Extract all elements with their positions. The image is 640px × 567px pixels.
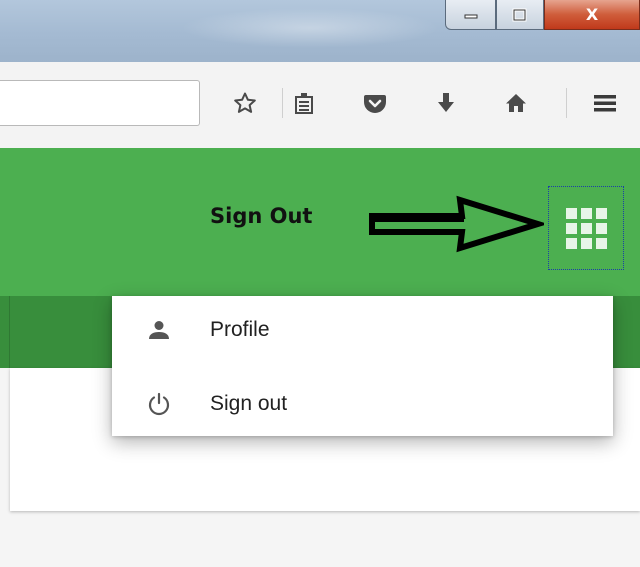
download-button[interactable] xyxy=(429,86,463,120)
annotation-label: Sign Out xyxy=(210,204,313,228)
pocket-button[interactable] xyxy=(358,86,392,120)
apps-grid-icon xyxy=(565,207,607,249)
pocket-icon xyxy=(364,95,386,113)
app-header: Sign Out xyxy=(0,148,640,296)
bookmark-button[interactable] xyxy=(228,86,262,120)
browser-toolbar xyxy=(0,62,640,149)
toolbar-separator xyxy=(282,88,283,118)
restore-button[interactable] xyxy=(496,0,544,30)
menu-item-label: Sign out xyxy=(210,392,288,415)
bookmark-star-icon xyxy=(234,92,256,113)
power-icon xyxy=(140,385,178,423)
reader-view-button[interactable] xyxy=(287,86,321,120)
toolbar-separator-2 xyxy=(566,88,567,118)
account-dropdown-menu: Profile Sign out xyxy=(112,296,613,436)
menu-item-label: Profile xyxy=(210,318,270,341)
window-controls: X xyxy=(445,0,640,32)
download-icon xyxy=(438,93,454,112)
close-icon: X xyxy=(585,5,599,24)
window-titlebar: X xyxy=(0,0,640,62)
menu-item-sign-out[interactable]: Sign out xyxy=(112,373,613,435)
annotation-arrow-icon xyxy=(369,195,544,253)
titlebar-glow xyxy=(180,8,440,48)
close-button[interactable]: X xyxy=(544,0,640,30)
home-icon xyxy=(506,94,526,112)
minimize-icon xyxy=(464,14,477,18)
menu-button[interactable] xyxy=(588,86,622,120)
reader-view-icon xyxy=(295,93,313,114)
person-icon xyxy=(140,311,178,349)
url-bar[interactable] xyxy=(0,80,200,126)
home-button[interactable] xyxy=(499,86,533,120)
minimize-button[interactable] xyxy=(445,0,496,30)
menu-item-profile[interactable]: Profile xyxy=(112,299,613,361)
apps-menu-button[interactable] xyxy=(548,186,624,270)
restore-icon xyxy=(512,8,527,21)
page-edge xyxy=(9,296,10,368)
hamburger-menu-icon xyxy=(594,95,616,112)
